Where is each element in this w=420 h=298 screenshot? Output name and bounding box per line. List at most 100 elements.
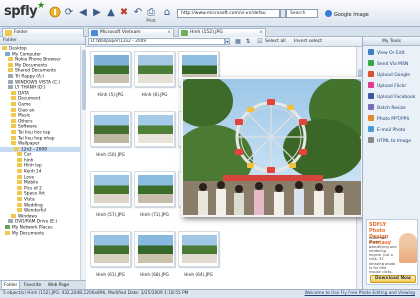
thumbnail-caption: Hinh (5).JPG <box>97 93 124 98</box>
promo-banner[interactable]: SDFLY Photo Design Fantasy Automatic pho… <box>366 219 418 285</box>
thumbnail[interactable] <box>134 51 175 87</box>
folder-panel-tabs: Folder Favorite Web Page <box>0 280 86 290</box>
google-image-search-button[interactable]: Google Image <box>325 10 369 18</box>
tool-item[interactable]: HTML to Image <box>368 137 420 146</box>
welcome-link[interactable]: Welcome to Use Fly Free Photo Editing an… <box>305 290 415 298</box>
address-input[interactable]: http://www.microsoft.com/vi-vn/defau <box>177 9 280 18</box>
folder-icon <box>17 191 22 196</box>
tool-item[interactable]: Batch Resize <box>368 104 420 113</box>
thumbnail-image <box>94 175 129 203</box>
tools-header: My Tools <box>363 37 420 46</box>
thumbnail-image <box>94 235 129 263</box>
thumbnail-image <box>182 235 217 263</box>
home-button[interactable]: ⌂ <box>160 5 174 19</box>
tools-panel: My Tools View Or Edit Send Via MSN Upload … <box>362 37 420 289</box>
invert-select-link[interactable]: Invert select <box>294 39 322 44</box>
printer-icon: ⎙ <box>147 6 155 18</box>
thumbnail[interactable] <box>134 171 175 207</box>
thumbnail[interactable] <box>178 231 219 267</box>
folder-icon <box>8 57 13 62</box>
tool-icon <box>368 49 374 55</box>
app-logo: spfly ★ <box>4 1 45 19</box>
folder-icon <box>11 113 16 118</box>
folder-icon <box>17 163 22 168</box>
folder-icon <box>11 118 16 123</box>
sort-button[interactable]: ⇅ <box>244 38 252 46</box>
select-all-icon-button[interactable]: ☑ <box>256 38 264 46</box>
thumbnail[interactable] <box>90 51 131 87</box>
tool-item[interactable]: View Or Edit <box>368 49 420 58</box>
tool-icon <box>368 60 374 66</box>
arrow-right-icon: ▶ <box>93 6 101 18</box>
thumbnail-image <box>138 235 173 263</box>
tab-microsoft-vietnam[interactable]: Microsoft Vietnam × <box>88 28 174 37</box>
folder-panel: Folder Desktop My Computer Nokia Phone Bro… <box>0 37 86 290</box>
folder-icon <box>11 213 16 218</box>
tools-button[interactable] <box>48 5 62 19</box>
preview-photo <box>183 79 361 215</box>
arrow-left-icon: ◀ <box>79 6 87 18</box>
tab-folder[interactable]: Folder <box>2 28 84 37</box>
folder-icon <box>17 152 22 157</box>
path-dropdown-button[interactable]: ▾ <box>225 38 230 45</box>
thumbnail[interactable] <box>90 231 131 267</box>
tool-item[interactable]: E-mail Photo <box>368 126 420 135</box>
close-icon: ✖ <box>119 6 129 18</box>
folder-icon <box>11 96 16 101</box>
thumbnail-image <box>138 175 173 203</box>
tab-label: Folder <box>14 30 28 35</box>
drive-icon <box>8 219 13 224</box>
folder-icon <box>11 141 16 146</box>
tool-label: HTML to Image <box>377 139 411 144</box>
tab-label: Microsoft Vietnam <box>100 30 141 35</box>
up-button[interactable]: ▲ <box>104 5 118 19</box>
thumbnail[interactable] <box>134 111 175 147</box>
tool-item[interactable]: Upload Google <box>368 71 420 80</box>
network-icon <box>5 225 10 229</box>
thumbnail-caption: Hinh (68).JPG <box>140 273 169 278</box>
tool-item[interactable]: Photo PPT/PPS <box>368 115 420 124</box>
search-input[interactable]: Search <box>286 9 318 18</box>
folder-icon <box>14 146 19 151</box>
google-icon <box>325 10 332 17</box>
drive-icon <box>8 73 13 78</box>
thumbnail[interactable] <box>134 231 175 267</box>
view-mode-button[interactable]: ▦ <box>234 38 242 46</box>
thumbnail[interactable] <box>90 171 131 207</box>
thumbnail[interactable] <box>90 111 131 147</box>
undo-button[interactable]: ↶ <box>131 5 145 19</box>
folder-icon <box>11 135 16 140</box>
drive-icon <box>8 79 13 84</box>
checkbox-icon: ☑ <box>257 38 263 45</box>
refresh-button[interactable]: ⟳ <box>62 5 76 19</box>
thumbnail-caption: Hinh (64).JPG <box>184 273 213 278</box>
tab-image[interactable]: Hinh (152).JPG × <box>178 28 266 37</box>
select-all-link[interactable]: Select all <box>265 39 286 44</box>
folder-icon <box>17 208 22 213</box>
folder-icon <box>5 230 10 235</box>
back-button[interactable]: ◀ <box>76 5 90 19</box>
image-icon <box>181 30 188 36</box>
wrench-icon <box>49 6 61 18</box>
folder-tree: Desktop My Computer Nokia Phone Browser My … <box>0 46 80 280</box>
download-now-button[interactable]: Download Now <box>370 275 416 283</box>
tool-item[interactable]: Send Via MSN <box>368 60 420 69</box>
forward-button[interactable]: ▶ <box>90 5 104 19</box>
tool-label: E-mail Photo <box>377 128 406 133</box>
tool-item[interactable]: Upload Facebook <box>368 93 420 102</box>
folder-icon <box>11 129 16 134</box>
folder-icon <box>17 174 22 179</box>
thumbnail-image <box>138 55 173 83</box>
delete-button[interactable]: ✖ <box>117 5 131 19</box>
image-preview[interactable] <box>181 77 363 217</box>
close-tab-icon[interactable]: × <box>259 29 263 37</box>
tool-item[interactable]: Upload Flickr <box>368 82 420 91</box>
path-input[interactable]: D:\Wallpaper\12x2 - 2009 <box>88 38 225 45</box>
print-button[interactable]: ⎙ Print <box>144 5 158 24</box>
drive-icon <box>8 85 13 90</box>
print-label: Print <box>146 18 156 23</box>
close-tab-icon[interactable]: × <box>167 29 171 37</box>
tree-item[interactable]: My Documents <box>0 230 80 237</box>
tool-icon <box>368 93 374 99</box>
folder-icon <box>11 107 16 112</box>
